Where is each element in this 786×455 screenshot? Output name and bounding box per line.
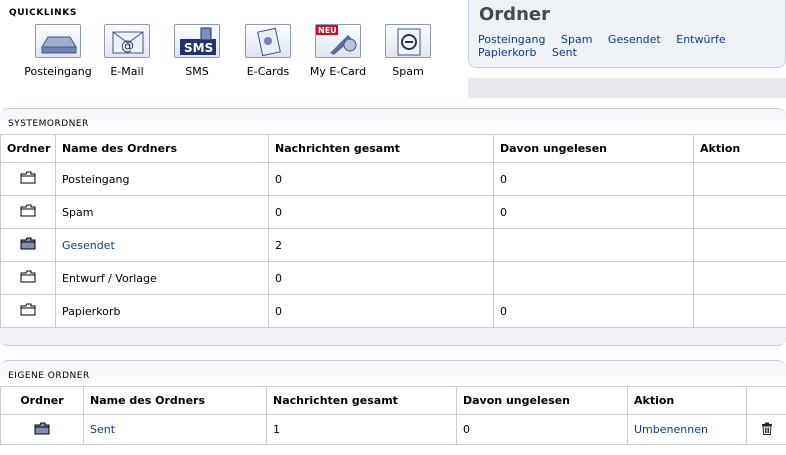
folder-total: 0 (268, 261, 494, 295)
section-footer (0, 328, 786, 346)
section-title: EIGENE ORDNER (8, 371, 90, 381)
column-header: Nachrichten gesamt (268, 134, 494, 163)
folder-unread: 0 (456, 414, 628, 445)
folder-action (693, 162, 786, 196)
svg-text:SMS: SMS (184, 41, 213, 55)
quicklink-sms[interactable]: SMS SMS (161, 24, 233, 78)
folder-action (693, 228, 786, 262)
eigene-ordner-section: EIGENE ORDNER Ordner Name des Ordners Na… (0, 360, 786, 445)
quicklink-label: E-Cards (246, 65, 290, 78)
folder-name: Spam (55, 195, 269, 229)
folder-total: 0 (268, 294, 494, 328)
quicklink-label: SMS (185, 65, 209, 78)
quicklink-posteingang[interactable]: Posteingang (22, 24, 94, 78)
ordner-link-papierkorb[interactable]: Papierkorb (478, 46, 536, 59)
column-header: Name des Ordners (55, 134, 269, 163)
column-header: Aktion (693, 134, 786, 163)
svg-text:@: @ (121, 39, 134, 54)
ordner-link-spam[interactable]: Spam (561, 33, 592, 46)
ordner-links: Posteingang Spam Gesendet Entwürfe Papie… (478, 33, 783, 59)
eigene-ordner-table: Ordner Name des Ordners Nachrichten gesa… (0, 386, 786, 445)
ordner-title: Ordner (479, 4, 550, 25)
folder-total: 1 (266, 414, 457, 445)
folder-filled-icon (34, 422, 50, 435)
rename-link[interactable]: Umbenennen (634, 423, 708, 436)
quicklink-label: E-Mail (110, 65, 144, 78)
column-header: Davon ungelesen (456, 386, 628, 415)
quicklink-spam[interactable]: Spam (372, 24, 444, 78)
folder-name: Entwurf / Vorlage (55, 261, 269, 295)
sms-icon: SMS (174, 24, 220, 58)
ecard-icon (245, 24, 291, 58)
inbox-icon (35, 24, 81, 58)
quicklink-email[interactable]: @ E-Mail (91, 24, 163, 78)
folder-name: Papierkorb (55, 294, 269, 328)
ordner-link-sent[interactable]: Sent (552, 46, 577, 59)
svg-text:NEU: NEU (318, 26, 337, 35)
trash-icon[interactable] (761, 422, 773, 438)
ordner-link-entwuerfe[interactable]: Entwürfe (676, 33, 725, 46)
table-row: Gesendet 2 (0, 228, 786, 262)
spam-icon (385, 24, 431, 58)
systemordner-section: SYSTEMORDNER Ordner Name des Ordners Nac… (0, 108, 786, 346)
folder-total: 0 (268, 195, 494, 229)
column-header: Ordner (0, 386, 84, 415)
systemordner-table: Ordner Name des Ordners Nachrichten gesa… (0, 134, 786, 328)
folder-action (693, 294, 786, 328)
folder-unread (493, 261, 694, 295)
column-header: Nachrichten gesamt (266, 386, 457, 415)
quicklink-label: Spam (392, 65, 424, 78)
quicklink-my-ecard[interactable]: NEU My E-Card (302, 24, 374, 78)
column-header (746, 386, 786, 415)
table-header-row: Ordner Name des Ordners Nachrichten gesa… (0, 386, 786, 415)
table-row: Spam 0 0 (0, 195, 786, 229)
column-header: Ordner (0, 134, 56, 163)
quicklinks-panel: QUICKLINKS Posteingang @ E-Mail SMS SMS … (0, 0, 458, 98)
folder-unread: 0 (493, 162, 694, 196)
quicklinks-title: QUICKLINKS (9, 8, 77, 18)
table-row: Sent 1 0 Umbenennen (0, 414, 786, 445)
folder-name: Posteingang (55, 162, 269, 196)
section-title: SYSTEMORDNER (8, 119, 89, 129)
folder-action (693, 195, 786, 229)
folder-unread (493, 228, 694, 262)
folder-name-link[interactable]: Sent (90, 423, 115, 436)
ordner-link-gesendet[interactable]: Gesendet (608, 33, 661, 46)
folder-icon (20, 303, 36, 316)
folder-icon (20, 171, 36, 184)
folder-icon (20, 270, 36, 283)
section-header: EIGENE ORDNER (0, 360, 786, 386)
email-icon: @ (104, 24, 150, 58)
table-header-row: Ordner Name des Ordners Nachrichten gesa… (0, 134, 786, 163)
column-header: Name des Ordners (83, 386, 267, 415)
quicklink-label: Posteingang (24, 65, 92, 78)
folder-unread: 0 (493, 294, 694, 328)
folder-name-link[interactable]: Gesendet (62, 239, 115, 252)
folder-total: 2 (268, 228, 494, 262)
ordner-link-posteingang[interactable]: Posteingang (478, 33, 546, 46)
table-row: Posteingang 0 0 (0, 162, 786, 196)
column-header: Aktion (627, 386, 747, 415)
ordner-panel: Ordner Posteingang Spam Gesendet Entwürf… (468, 0, 786, 68)
folder-unread: 0 (493, 195, 694, 229)
table-row: Papierkorb 0 0 (0, 294, 786, 328)
folder-total: 0 (268, 162, 494, 196)
quicklink-label: My E-Card (309, 65, 367, 78)
folder-action (693, 261, 786, 295)
quicklink-ecards[interactable]: E-Cards (232, 24, 304, 78)
folder-filled-icon (20, 237, 36, 250)
ordner-panel-bar (468, 78, 786, 98)
folder-icon (20, 204, 36, 217)
my-ecard-icon: NEU (315, 24, 361, 58)
column-header: Davon ungelesen (493, 134, 694, 163)
section-header: SYSTEMORDNER (0, 108, 786, 134)
table-row: Entwurf / Vorlage 0 (0, 261, 786, 295)
